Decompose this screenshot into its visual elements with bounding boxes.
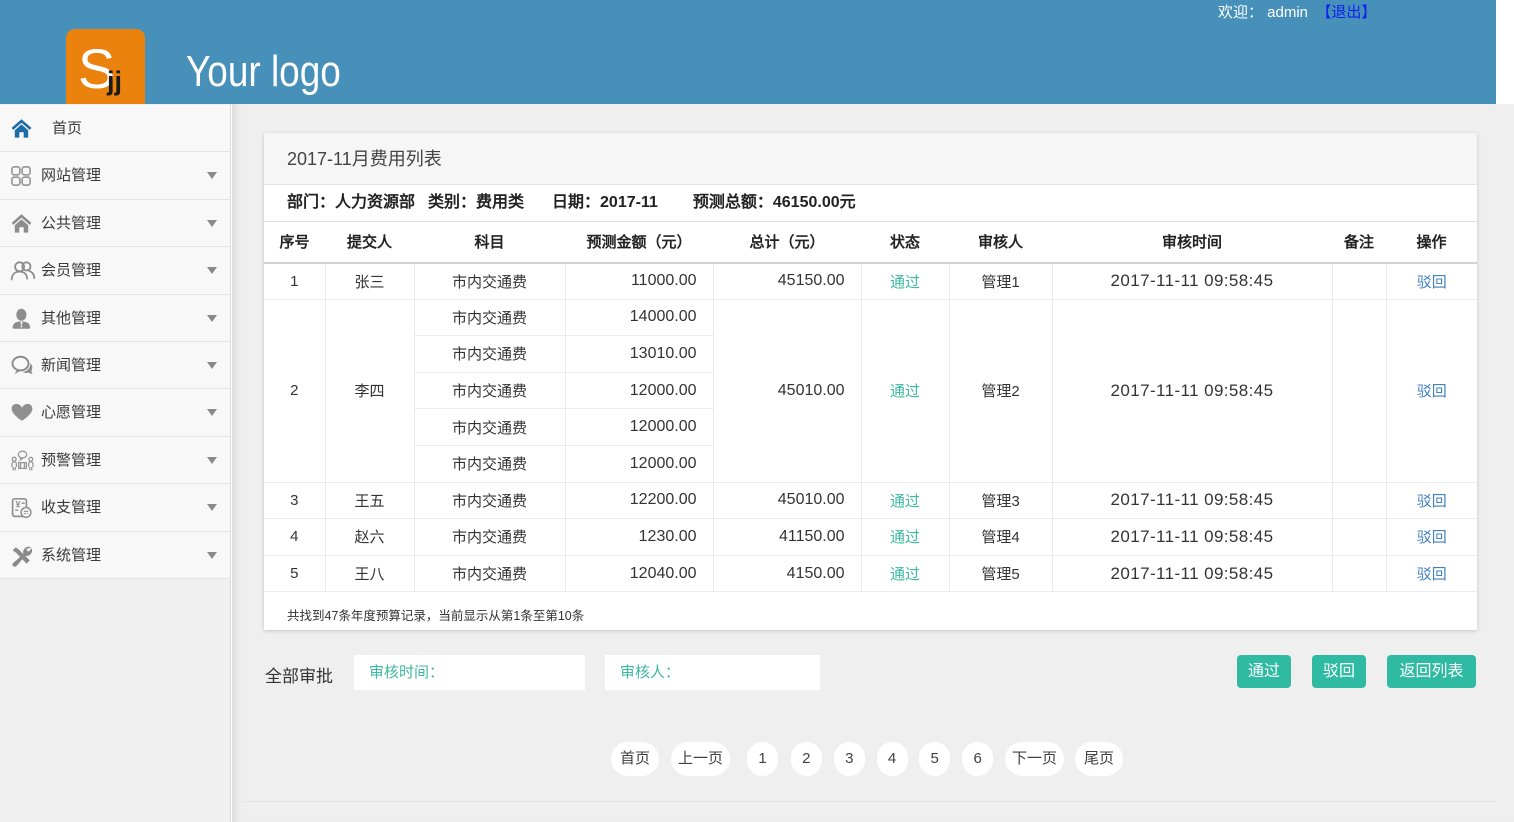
svg-text:¥: ¥ xyxy=(15,500,20,510)
